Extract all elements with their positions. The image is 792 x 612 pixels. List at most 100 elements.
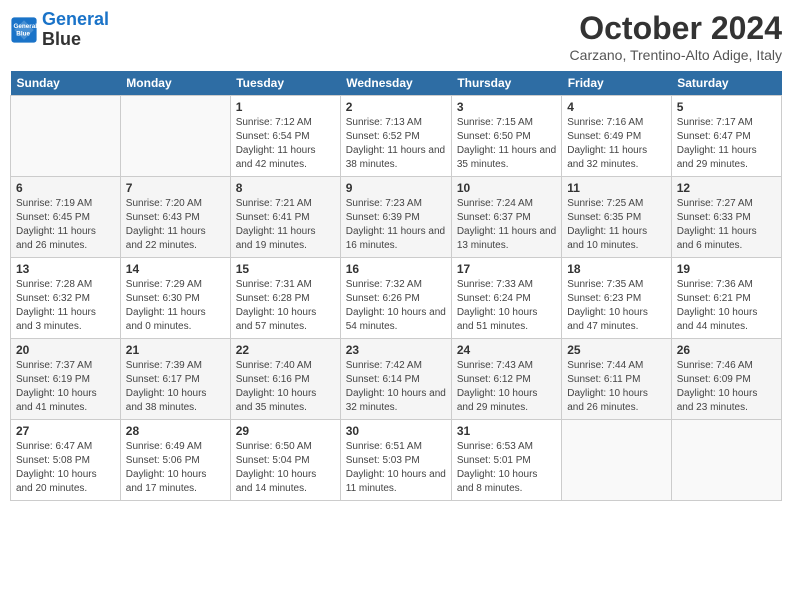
day-number: 13 [16,262,115,276]
day-info: Sunrise: 7:39 AMSunset: 6:17 PMDaylight:… [126,359,225,415]
day-number: 4 [567,100,666,114]
day-info: Sunrise: 7:44 AMSunset: 6:11 PMDaylight:… [567,359,666,415]
day-number: 28 [126,424,225,438]
weekday-header-monday: Monday [120,71,230,96]
day-info: Sunrise: 7:28 AMSunset: 6:32 PMDaylight:… [16,278,115,334]
day-number: 9 [346,181,446,195]
day-number: 21 [126,343,225,357]
calendar-cell: 6Sunrise: 7:19 AMSunset: 6:45 PMDaylight… [11,177,121,258]
day-number: 19 [677,262,776,276]
day-info: Sunrise: 7:12 AMSunset: 6:54 PMDaylight:… [236,116,335,172]
day-info: Sunrise: 6:49 AMSunset: 5:06 PMDaylight:… [126,440,225,496]
calendar-cell: 14 Sunrise: 7:29 AMSunset: 6:30 PMDayligh… [120,258,230,339]
day-info: Sunrise: 6:51 AMSunset: 5:03 PMDaylight:… [346,440,446,496]
day-number: 15 [236,262,335,276]
svg-text:Blue: Blue [16,30,30,37]
day-number: 14 [126,262,225,276]
day-number: 1 [236,100,335,114]
day-info: Sunrise: 6:50 AMSunset: 5:04 PMDaylight:… [236,440,335,496]
weekday-header-tuesday: Tuesday [230,71,340,96]
calendar-cell [562,420,672,501]
calendar-cell [11,96,121,177]
calendar-cell: 2 Sunrise: 7:13 AMSunset: 6:52 PMDaylight… [340,96,451,177]
day-info: Sunrise: 7:13 AMSunset: 6:52 PMDaylight:… [346,116,446,172]
day-number: 20 [16,343,115,357]
day-number: 12 [677,181,776,195]
day-number: 11 [567,181,666,195]
calendar-cell: 4 Sunrise: 7:16 AMSunset: 6:49 PMDaylight… [562,96,672,177]
day-number: 18 [567,262,666,276]
day-number: 8 [236,181,335,195]
day-info: Sunrise: 7:36 AMSunset: 6:21 PMDaylight:… [677,278,776,334]
weekday-header-row: SundayMondayTuesdayWednesdayThursdayFrid… [11,71,782,96]
calendar-cell: 20 Sunrise: 7:37 AMSunset: 6:19 PMDayligh… [11,339,121,420]
calendar-cell: 27 Sunrise: 6:47 AMSunset: 5:08 PMDayligh… [11,420,121,501]
day-number: 5 [677,100,776,114]
day-info: Sunrise: 7:37 AMSunset: 6:19 PMDaylight:… [16,359,115,415]
logo: General Blue GeneralBlue [10,10,109,50]
weekday-header-sunday: Sunday [11,71,121,96]
day-number: 25 [567,343,666,357]
title-block: October 2024 Carzano, Trentino-Alto Adig… [570,10,782,63]
day-info: Sunrise: 6:53 AMSunset: 5:01 PMDaylight:… [457,440,556,496]
calendar-cell: 31Sunrise: 6:53 AMSunset: 5:01 PMDayligh… [451,420,561,501]
svg-text:General: General [14,23,38,30]
day-number: 17 [457,262,556,276]
day-info: Sunrise: 7:42 AMSunset: 6:14 PMDaylight:… [346,359,446,415]
calendar-cell: 28 Sunrise: 6:49 AMSunset: 5:06 PMDayligh… [120,420,230,501]
week-row-2: 6Sunrise: 7:19 AMSunset: 6:45 PMDaylight… [11,177,782,258]
calendar-cell: 22 Sunrise: 7:40 AMSunset: 6:16 PMDayligh… [230,339,340,420]
calendar-cell: 21 Sunrise: 7:39 AMSunset: 6:17 PMDayligh… [120,339,230,420]
day-number: 27 [16,424,115,438]
day-number: 29 [236,424,335,438]
day-number: 24 [457,343,556,357]
calendar-cell: 1 Sunrise: 7:12 AMSunset: 6:54 PMDaylight… [230,96,340,177]
calendar-cell: 5 Sunrise: 7:17 AMSunset: 6:47 PMDaylight… [671,96,781,177]
day-number: 10 [457,181,556,195]
calendar-cell: 9Sunrise: 7:23 AMSunset: 6:39 PMDaylight… [340,177,451,258]
calendar-cell: 23 Sunrise: 7:42 AMSunset: 6:14 PMDayligh… [340,339,451,420]
logo-text: GeneralBlue [42,10,109,50]
day-info: Sunrise: 7:25 AMSunset: 6:35 PMDaylight:… [567,197,666,253]
week-row-1: 1 Sunrise: 7:12 AMSunset: 6:54 PMDaylight… [11,96,782,177]
day-info: Sunrise: 7:46 AMSunset: 6:09 PMDaylight:… [677,359,776,415]
calendar-cell: 30Sunrise: 6:51 AMSunset: 5:03 PMDayligh… [340,420,451,501]
weekday-header-thursday: Thursday [451,71,561,96]
calendar-cell: 16 Sunrise: 7:32 AMSunset: 6:26 PMDayligh… [340,258,451,339]
month-title: October 2024 [570,10,782,47]
day-info: Sunrise: 7:31 AMSunset: 6:28 PMDaylight:… [236,278,335,334]
calendar-cell: 11 Sunrise: 7:25 AMSunset: 6:35 PMDayligh… [562,177,672,258]
day-info: Sunrise: 7:21 AMSunset: 6:41 PMDaylight:… [236,197,335,253]
day-info: Sunrise: 7:32 AMSunset: 6:26 PMDaylight:… [346,278,446,334]
day-info: Sunrise: 7:16 AMSunset: 6:49 PMDaylight:… [567,116,666,172]
calendar-cell: 25 Sunrise: 7:44 AMSunset: 6:11 PMDayligh… [562,339,672,420]
week-row-3: 13 Sunrise: 7:28 AMSunset: 6:32 PMDayligh… [11,258,782,339]
calendar-cell: 19 Sunrise: 7:36 AMSunset: 6:21 PMDayligh… [671,258,781,339]
weekday-header-friday: Friday [562,71,672,96]
day-number: 3 [457,100,556,114]
week-row-4: 20 Sunrise: 7:37 AMSunset: 6:19 PMDayligh… [11,339,782,420]
day-number: 16 [346,262,446,276]
day-info: Sunrise: 7:40 AMSunset: 6:16 PMDaylight:… [236,359,335,415]
day-info: Sunrise: 7:29 AMSunset: 6:30 PMDaylight:… [126,278,225,334]
day-number: 22 [236,343,335,357]
location: Carzano, Trentino-Alto Adige, Italy [570,47,782,63]
day-info: Sunrise: 6:47 AMSunset: 5:08 PMDaylight:… [16,440,115,496]
day-info: Sunrise: 7:35 AMSunset: 6:23 PMDaylight:… [567,278,666,334]
calendar-cell: 24 Sunrise: 7:43 AMSunset: 6:12 PMDayligh… [451,339,561,420]
calendar-cell: 8 Sunrise: 7:21 AMSunset: 6:41 PMDaylight… [230,177,340,258]
day-info: Sunrise: 7:43 AMSunset: 6:12 PMDaylight:… [457,359,556,415]
day-info: Sunrise: 7:27 AMSunset: 6:33 PMDaylight:… [677,197,776,253]
calendar-table: SundayMondayTuesdayWednesdayThursdayFrid… [10,71,782,501]
day-info: Sunrise: 7:15 AMSunset: 6:50 PMDaylight:… [457,116,556,172]
calendar-cell [120,96,230,177]
day-number: 7 [126,181,225,195]
day-number: 2 [346,100,446,114]
calendar-cell: 3 Sunrise: 7:15 AMSunset: 6:50 PMDaylight… [451,96,561,177]
calendar-cell: 13 Sunrise: 7:28 AMSunset: 6:32 PMDayligh… [11,258,121,339]
day-number: 23 [346,343,446,357]
logo-icon: General Blue [10,16,38,44]
calendar-cell: 12 Sunrise: 7:27 AMSunset: 6:33 PMDayligh… [671,177,781,258]
calendar-cell: 17Sunrise: 7:33 AMSunset: 6:24 PMDayligh… [451,258,561,339]
day-info: Sunrise: 7:17 AMSunset: 6:47 PMDaylight:… [677,116,776,172]
